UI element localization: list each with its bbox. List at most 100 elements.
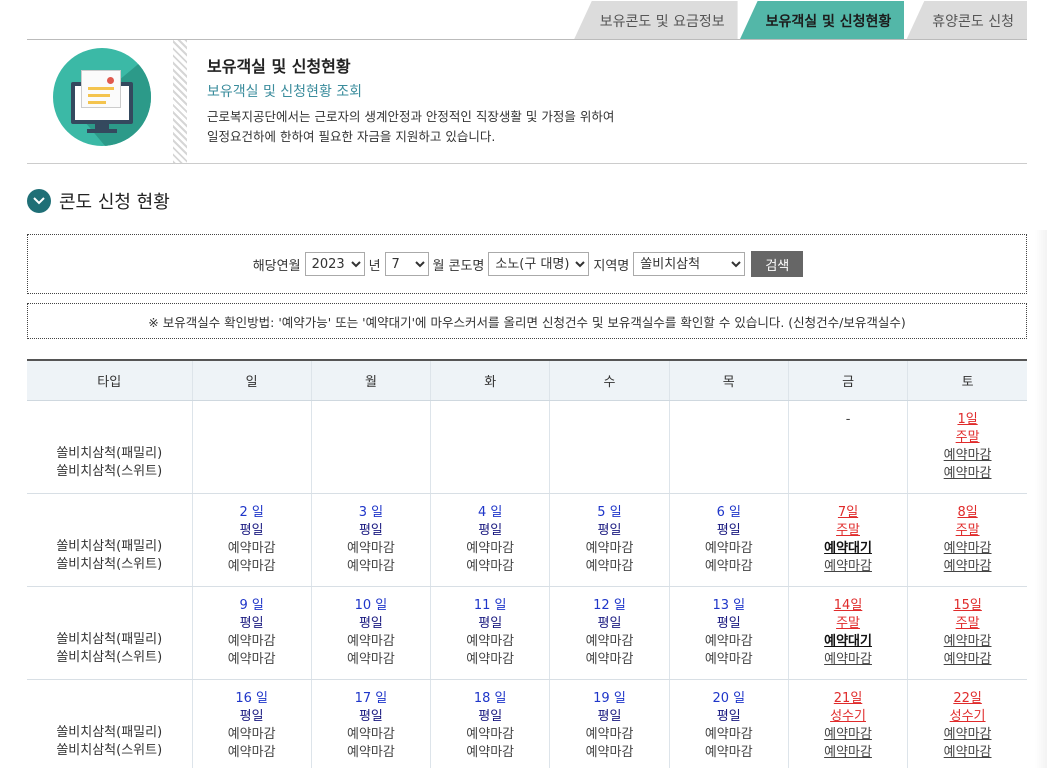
day-cell bbox=[191, 400, 312, 494]
day-number: 4 일 bbox=[478, 504, 503, 520]
day-kind: 평일 bbox=[597, 708, 622, 724]
day-kind: 평일 bbox=[597, 615, 622, 631]
day-number: 20 일 bbox=[712, 690, 746, 706]
type-cell: 쏠비치삼척(패밀리) 쏠비치삼척(스위트) bbox=[27, 400, 192, 494]
day-kind: 평일 bbox=[239, 708, 264, 724]
section-heading: 콘도 신청 현황 bbox=[27, 188, 170, 214]
day-kind: 평일 bbox=[478, 708, 503, 724]
hatch-divider bbox=[173, 40, 187, 163]
column-header: 수 bbox=[549, 360, 670, 401]
family-status[interactable]: 예약마감 bbox=[908, 540, 1027, 558]
day-cell: 16 일 평일 예약마감 예약마감 bbox=[191, 679, 312, 768]
table-row: 쏠비치삼척(패밀리) 쏠비치삼척(스위트) 2 일 평일 예약마감 예약마감 3 일 평일 예약… bbox=[27, 493, 1027, 587]
room-type-label: 쏠비치삼척(패밀리) bbox=[56, 724, 163, 740]
family-status: 예약마감 bbox=[704, 633, 753, 649]
condo-select[interactable]: 소노(구 대명) bbox=[488, 252, 590, 276]
family-status[interactable]: 예약대기 bbox=[789, 540, 907, 558]
edge-decoration bbox=[1035, 230, 1047, 768]
column-header: 월 bbox=[310, 360, 431, 401]
day-cell: 6 일 평일 예약마감 예약마감 bbox=[668, 493, 789, 587]
day-number: 7일 bbox=[837, 504, 859, 520]
day-cell: 14일 주말 예약대기 예약마감 bbox=[787, 586, 908, 680]
suite-status[interactable]: 예약마감 bbox=[908, 651, 1027, 669]
room-type-label: 쏠비치삼척(스위트) bbox=[56, 742, 163, 758]
family-status[interactable]: 예약마감 bbox=[908, 447, 1027, 465]
day-number: 10 일 bbox=[354, 597, 388, 613]
day-kind: 성수기 bbox=[830, 708, 866, 724]
suite-status: 예약마감 bbox=[704, 651, 753, 667]
description-line: 일정요건하에 한하여 필요한 자금을 지원하고 있습니다. bbox=[207, 129, 496, 144]
suite-status: 예약마감 bbox=[704, 558, 753, 574]
region-select[interactable]: 쏠비치삼척 bbox=[633, 252, 746, 276]
day-cell: 9 일 평일 예약마감 예약마감 bbox=[191, 586, 312, 680]
family-status[interactable]: 예약대기 bbox=[789, 633, 907, 651]
day-cell: 12 일 평일 예약마감 예약마감 bbox=[549, 586, 670, 680]
column-header: 금 bbox=[787, 360, 908, 401]
room-type-label: 쏠비치삼척(패밀리) bbox=[56, 445, 163, 461]
top-tabs: 보유콘도 및 요금정보 보유객실 및 신청현황 휴양콘도 신청 bbox=[572, 0, 1027, 40]
tab-condo-apply[interactable]: 휴양콘도 신청 bbox=[906, 1, 1027, 40]
family-status: 예약마감 bbox=[704, 540, 753, 556]
page-title: 보유객실 및 신청현황 bbox=[207, 57, 351, 76]
day-number: 1일 bbox=[957, 411, 978, 427]
family-status[interactable]: 예약마감 bbox=[789, 726, 907, 744]
type-cell: 쏠비치삼척(패밀리) 쏠비치삼척(스위트) bbox=[27, 679, 192, 768]
day-number: 14일 bbox=[833, 597, 863, 613]
day-number: 9 일 bbox=[239, 597, 264, 613]
suite-status: 예약마감 bbox=[227, 744, 276, 760]
day-cell: 21일 성수기 예약마감 예약마감 bbox=[787, 679, 908, 768]
family-status: 예약마감 bbox=[227, 540, 276, 556]
calendar-table: 타입 일 월 화 수 목 금 토 쏠비치삼척(패밀리) 쏠비치삼척(스위트) -1일 주말 예약마감 예… bbox=[27, 359, 1027, 768]
table-row: 쏠비치삼척(패밀리) 쏠비치삼척(스위트) - 1일 주말 예약마감 예약마감 bbox=[27, 400, 1027, 494]
day-number: 17 일 bbox=[354, 690, 388, 706]
suite-status[interactable]: 예약마감 bbox=[908, 465, 1027, 483]
day-number: 19 일 bbox=[593, 690, 626, 706]
family-status: 예약마감 bbox=[347, 633, 395, 649]
tab-room-status[interactable]: 보유객실 및 신청현황 bbox=[739, 1, 905, 40]
type-cell: 쏠비치삼척(패밀리) 쏠비치삼척(스위트) bbox=[27, 586, 192, 680]
family-status: 예약마감 bbox=[466, 726, 515, 742]
family-status: 예약마감 bbox=[227, 633, 276, 649]
month-select[interactable]: 7 bbox=[384, 252, 429, 276]
suite-status[interactable]: 예약마감 bbox=[908, 558, 1027, 576]
suite-status[interactable]: 예약마감 bbox=[908, 744, 1027, 762]
room-type-label: 쏠비치삼척(스위트) bbox=[56, 649, 163, 665]
day-number: 3 일 bbox=[358, 504, 384, 520]
day-number: 15일 bbox=[953, 597, 982, 613]
section-title: 콘도 신청 현황 bbox=[59, 192, 170, 213]
day-cell: 15일 주말 예약마감 예약마감 bbox=[907, 586, 1027, 680]
search-button[interactable]: 검색 bbox=[751, 251, 804, 277]
day-number: 16 일 bbox=[235, 690, 268, 706]
year-select[interactable]: 2023 bbox=[304, 252, 365, 276]
room-type-label: 쏠비치삼척(패밀리) bbox=[56, 631, 163, 647]
year-label: 해당연월 bbox=[252, 258, 301, 274]
suite-status[interactable]: 예약마감 bbox=[789, 651, 907, 669]
suite-status: 예약마감 bbox=[227, 651, 276, 667]
day-cell: 13 일 평일 예약마감 예약마감 bbox=[668, 586, 789, 680]
family-status: 예약마감 bbox=[466, 633, 515, 649]
day-cell: 11 일 평일 예약마감 예약마감 bbox=[430, 586, 550, 680]
day-number: 22일 bbox=[953, 690, 982, 706]
family-status: 예약마감 bbox=[585, 726, 634, 742]
family-status: 예약마감 bbox=[585, 540, 634, 556]
suite-status[interactable]: 예약마감 bbox=[789, 558, 907, 576]
family-status[interactable]: 예약마감 bbox=[908, 633, 1027, 651]
tab-condo-info[interactable]: 보유콘도 및 요금정보 bbox=[573, 1, 738, 40]
day-cell: 8일 주말 예약마감 예약마감 bbox=[907, 493, 1027, 587]
page-subtitle: 보유객실 및 신청현황 조회 bbox=[207, 84, 363, 100]
search-panel: 해당연월 2023 년 7 월 콘도명 소노(구 대명) 지역명 쏠비치삼척 검… bbox=[27, 234, 1027, 294]
suite-status[interactable]: 예약마감 bbox=[789, 744, 907, 762]
column-header: 일 bbox=[191, 360, 312, 401]
family-status: 예약마감 bbox=[347, 726, 395, 742]
day-number: 5 일 bbox=[597, 504, 622, 520]
day-kind: 평일 bbox=[716, 522, 741, 538]
day-cell: 19 일 평일 예약마감 예약마감 bbox=[549, 679, 670, 768]
day-kind: 평일 bbox=[716, 615, 741, 631]
day-kind: 평일 bbox=[478, 522, 503, 538]
family-status: 예약마감 bbox=[347, 540, 395, 556]
page-description: 근로복지공단에서는 근로자의 생계안정과 안정적인 직장생활 및 가정을 위하여… bbox=[207, 107, 614, 147]
day-cell: 10 일 평일 예약마감 예약마감 bbox=[310, 586, 431, 680]
table-header-row: 타입 일 월 화 수 목 금 토 bbox=[27, 360, 1027, 401]
family-status[interactable]: 예약마감 bbox=[908, 726, 1027, 744]
suite-status: 예약마감 bbox=[227, 558, 276, 574]
